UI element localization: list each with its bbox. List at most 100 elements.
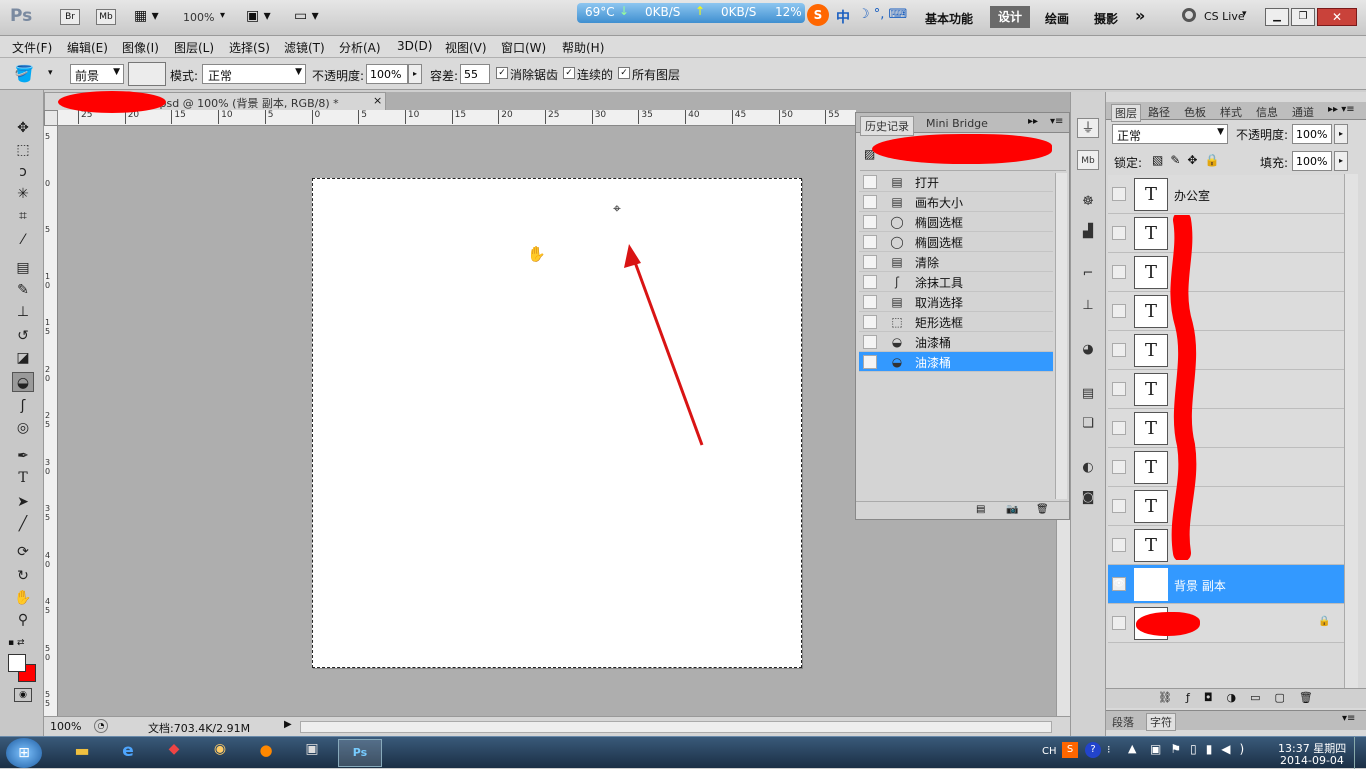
- cs-live-button[interactable]: CS Live: [1204, 10, 1245, 23]
- quick-select-tool-icon[interactable]: ✳: [12, 184, 34, 204]
- tab-mini-bridge[interactable]: Mini Bridge: [922, 116, 992, 131]
- history-brush-source-checkbox[interactable]: [863, 315, 877, 329]
- history-brush-tool-icon[interactable]: ↺: [12, 326, 34, 346]
- system-tray-icons[interactable]: ▣⚑▯▮◀): [1150, 742, 1253, 756]
- clone-source-panel-icon[interactable]: ⊥: [1077, 296, 1099, 316]
- layer-row[interactable]: T: [1108, 214, 1344, 253]
- ruler-origin[interactable]: [44, 110, 58, 126]
- close-document-button[interactable]: ×: [373, 94, 382, 107]
- menu-window[interactable]: 窗口(W): [501, 39, 546, 56]
- close-button[interactable]: ✕: [1317, 8, 1357, 26]
- histogram-panel-icon[interactable]: ▟: [1077, 222, 1099, 242]
- view-extras-icon[interactable]: ▦ ▾: [134, 8, 159, 24]
- actions-panel-icon[interactable]: ▤: [1077, 384, 1099, 404]
- menu-filter[interactable]: 滤镜(T): [284, 39, 325, 56]
- clock-date[interactable]: 2014-09-04: [1280, 754, 1344, 767]
- adjustments-panel-icon[interactable]: ◐: [1077, 458, 1099, 478]
- history-state[interactable]: ▤ 取消选择: [859, 292, 1053, 312]
- sogou-ime-icon[interactable]: S: [807, 4, 829, 26]
- quick-mask-icon[interactable]: ◉: [14, 688, 32, 702]
- photoshop-taskbar-icon[interactable]: Ps: [338, 739, 382, 767]
- layer-visibility-toggle[interactable]: 👁: [1112, 577, 1126, 591]
- menu-analysis[interactable]: 分析(A): [339, 39, 381, 56]
- history-state[interactable]: ▤ 打开: [859, 172, 1053, 192]
- arrange-documents-icon[interactable]: ▣ ▾: [246, 8, 271, 24]
- healing-brush-tool-icon[interactable]: ▤: [12, 258, 34, 278]
- path-select-tool-icon[interactable]: ➤: [12, 492, 34, 512]
- chevron-down-icon[interactable]: ▾: [48, 68, 53, 78]
- layers-scrollbar[interactable]: [1344, 174, 1358, 694]
- show-desktop-button[interactable]: [1354, 737, 1366, 769]
- minimize-button[interactable]: ▁: [1265, 8, 1289, 26]
- layer-row[interactable]: T: [1108, 487, 1344, 526]
- blur-tool-icon[interactable]: ʃ: [12, 396, 34, 416]
- ime-chinese-mode[interactable]: 中: [836, 7, 850, 27]
- history-brush-source-checkbox[interactable]: [863, 275, 877, 289]
- lock-buttons[interactable]: ▧✎✥🔒: [1152, 153, 1226, 167]
- history-state[interactable]: ◯ 椭圆选框: [859, 232, 1053, 252]
- blend-mode-select[interactable]: 正常 ▼: [1112, 124, 1228, 144]
- menu-help[interactable]: 帮助(H): [562, 39, 604, 56]
- layer-opacity-input[interactable]: [1292, 124, 1332, 144]
- workspace-photography[interactable]: 摄影: [1094, 10, 1118, 27]
- layer-visibility-toggle[interactable]: [1112, 460, 1126, 474]
- history-brush-source-checkbox[interactable]: [863, 295, 877, 309]
- layer-visibility-toggle[interactable]: [1112, 304, 1126, 318]
- history-panel-icon[interactable]: ⏚: [1077, 118, 1099, 138]
- restore-button[interactable]: ❐: [1291, 8, 1315, 26]
- paint-bucket-preset-icon[interactable]: 🪣: [14, 64, 34, 83]
- tab-paragraph[interactable]: 段落: [1112, 714, 1134, 730]
- marquee-tool-icon[interactable]: ⬚: [12, 140, 34, 160]
- history-brush-source-checkbox[interactable]: [863, 175, 877, 189]
- layer-name[interactable]: 办公室: [1174, 187, 1210, 204]
- expand-panel-icon[interactable]: ▸▸: [1028, 116, 1038, 127]
- chevron-down-icon[interactable]: ▾: [220, 10, 225, 21]
- move-tool-icon[interactable]: ✥: [12, 118, 34, 138]
- crop-tool-icon[interactable]: ⌗: [12, 206, 34, 226]
- workspace-essentials[interactable]: 基本功能: [925, 10, 973, 27]
- brush-tool-icon[interactable]: ✎: [12, 280, 34, 300]
- screen-mode-icon[interactable]: ▭ ▾: [294, 8, 319, 24]
- color-palette-panel-icon[interactable]: ◕: [1077, 340, 1099, 360]
- bridge-button[interactable]: Br: [60, 9, 80, 25]
- clone-stamp-tool-icon[interactable]: ⊥: [12, 302, 34, 322]
- tolerance-input[interactable]: [460, 64, 490, 84]
- start-button[interactable]: ⊞: [6, 738, 42, 768]
- app-taskbar-icon[interactable]: ●: [246, 741, 286, 765]
- horizontal-scrollbar[interactable]: [300, 721, 1052, 733]
- tab-styles[interactable]: 样式: [1220, 104, 1242, 120]
- menu-image[interactable]: 图像(I): [122, 39, 159, 56]
- fill-input[interactable]: [1292, 151, 1332, 171]
- trash-icon[interactable]: 🗑: [1036, 504, 1049, 515]
- layer-visibility-toggle[interactable]: [1112, 421, 1126, 435]
- menu-view[interactable]: 视图(V): [445, 39, 487, 56]
- paint-bucket-tool-icon[interactable]: ◒: [12, 372, 34, 392]
- tab-channels[interactable]: 通道: [1292, 104, 1314, 120]
- layer-visibility-toggle[interactable]: [1112, 616, 1126, 630]
- zoom-tool-icon[interactable]: ⚲: [12, 610, 34, 630]
- contiguous-checkbox[interactable]: ✓: [563, 67, 575, 79]
- foreground-color-swatch[interactable]: [8, 654, 26, 672]
- layer-visibility-toggle[interactable]: [1112, 499, 1126, 513]
- fill-source-select[interactable]: 前景 ▼: [70, 64, 124, 84]
- canvas[interactable]: ⌖ ✋: [312, 178, 802, 668]
- history-state[interactable]: ◒ 油漆桶: [859, 352, 1053, 372]
- ime-moon-icon[interactable]: ☽ °, ⌨: [858, 7, 907, 22]
- zoom-level-select[interactable]: 100%: [183, 11, 214, 24]
- pattern-picker[interactable]: [128, 62, 166, 86]
- help-tray-icon[interactable]: ?: [1085, 742, 1101, 758]
- workspace-painting[interactable]: 绘画: [1045, 10, 1069, 27]
- history-state[interactable]: ◯ 椭圆选框: [859, 212, 1053, 232]
- ie-taskbar-icon[interactable]: e: [108, 741, 148, 765]
- masks-panel-icon[interactable]: ◙: [1077, 488, 1099, 508]
- status-zoom[interactable]: 100%: [50, 720, 81, 733]
- layer-row[interactable]: T: [1108, 409, 1344, 448]
- layer-action-icons[interactable]: ⛓ƒ◘◑▭▢🗑: [1158, 691, 1327, 704]
- all-layers-checkbox[interactable]: ✓: [618, 67, 630, 79]
- brushes-panel-icon[interactable]: ⌐: [1077, 264, 1099, 284]
- 3d-rotate-tool-icon[interactable]: ⟳: [12, 542, 34, 562]
- app-taskbar-icon[interactable]: ◉: [200, 741, 240, 765]
- layer-row[interactable]: T: [1108, 448, 1344, 487]
- layer-row[interactable]: T: [1108, 370, 1344, 409]
- layer-opacity-slider-toggle[interactable]: ▸: [1334, 124, 1348, 144]
